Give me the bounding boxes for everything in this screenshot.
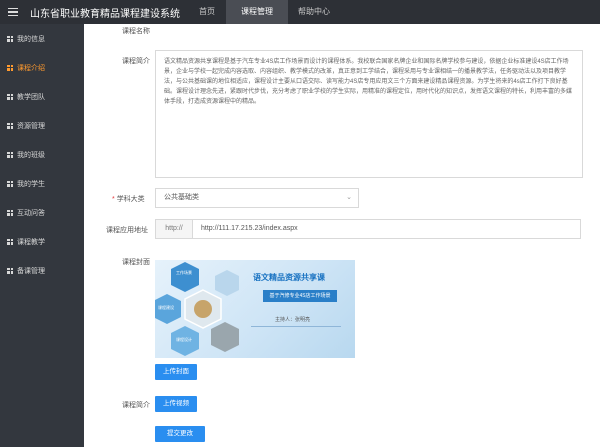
cover-title: 语文精品资源共享课 bbox=[253, 273, 325, 282]
main-content: 课程名称 课程简介 语文精品资源共享课程是基于汽车专业4S店工作场景而设计的课程… bbox=[84, 24, 600, 447]
sidebar-item-my-info[interactable]: 我的信息 bbox=[0, 24, 84, 53]
site-title: 山东省职业教育精品课程建设系统 bbox=[30, 8, 180, 20]
course-url-input[interactable]: http://111.17.215.23/index.aspx bbox=[193, 219, 581, 239]
sidebar-item-label: 我的班级 bbox=[17, 151, 45, 159]
nav-course-management[interactable]: 课程管理 bbox=[226, 0, 288, 24]
grid-icon bbox=[7, 64, 13, 71]
category-label-text: 学科大类 bbox=[116, 196, 145, 203]
course-intro-label: 课程简介 bbox=[122, 58, 150, 65]
sidebar-item-label: 课程教学 bbox=[17, 238, 45, 246]
cover-divider bbox=[251, 326, 341, 327]
course-intro-textarea[interactable]: 语文精品资源共享课程是基于汽车专业4S店工作场景而设计的课程体系。我校联合国家名… bbox=[155, 50, 583, 178]
submit-changes-button[interactable]: 提交更改 bbox=[155, 426, 205, 442]
grid-icon bbox=[7, 93, 13, 100]
menu-toggle-icon[interactable] bbox=[0, 0, 26, 24]
course-video-label: 课程简介 bbox=[122, 402, 150, 409]
sidebar-item-my-classes[interactable]: 我的班级 bbox=[0, 140, 84, 169]
required-mark: * bbox=[112, 196, 115, 203]
nav-home[interactable]: 首页 bbox=[188, 0, 226, 24]
sidebar-item-my-students[interactable]: 我的学生 bbox=[0, 169, 84, 198]
sidebar-item-label: 课程介绍 bbox=[17, 64, 45, 72]
category-label: * 学科大类 bbox=[112, 194, 145, 204]
sidebar: 我的信息 课程介绍 教学团队 资源管理 我的班级 我的学生 互动问答 课程教学 … bbox=[0, 24, 84, 447]
grid-icon bbox=[7, 180, 13, 187]
sidebar-item-course-teaching[interactable]: 课程教学 bbox=[0, 227, 84, 256]
sidebar-item-teaching-team[interactable]: 教学团队 bbox=[0, 82, 84, 111]
grid-icon bbox=[7, 238, 13, 245]
sidebar-item-resources[interactable]: 资源管理 bbox=[0, 111, 84, 140]
sidebar-item-lesson-prep[interactable]: 备课管理 bbox=[0, 256, 84, 285]
course-url-label: 课程应用地址 bbox=[106, 227, 148, 234]
cover-author: 主持人：张明亮 bbox=[275, 317, 311, 323]
grid-icon bbox=[7, 35, 13, 42]
url-prefix: http:// bbox=[155, 219, 193, 239]
sidebar-item-label: 我的信息 bbox=[17, 35, 45, 43]
sidebar-item-label: 我的学生 bbox=[17, 180, 45, 188]
grid-icon bbox=[7, 122, 13, 129]
sidebar-item-course-intro[interactable]: 课程介绍 bbox=[0, 53, 84, 82]
sidebar-item-label: 互动问答 bbox=[17, 209, 45, 217]
nav-help-center[interactable]: 帮助中心 bbox=[288, 0, 340, 24]
upload-video-button[interactable]: 上传视频 bbox=[155, 396, 197, 412]
upload-cover-button[interactable]: 上传封面 bbox=[155, 364, 197, 380]
course-name-label: 课程名称 bbox=[122, 28, 150, 35]
chevron-down-icon: ⌄ bbox=[346, 194, 352, 201]
sidebar-item-label: 资源管理 bbox=[17, 122, 45, 130]
cover-tile-label: 工作场景 bbox=[176, 270, 192, 275]
top-bar: 山东省职业教育精品课程建设系统 首页 课程管理 帮助中心 bbox=[0, 0, 600, 24]
sidebar-item-qa[interactable]: 互动问答 bbox=[0, 198, 84, 227]
course-cover-image: 工作场景 课程建设 课程设计 语文精品资源共享课 基于汽修专业4S店工作场景 主… bbox=[155, 260, 355, 358]
sidebar-item-label: 教学团队 bbox=[17, 93, 45, 101]
course-cover-label: 课程封面 bbox=[122, 259, 150, 266]
category-select-value: 公共基础类 bbox=[164, 194, 199, 201]
cover-tile-label: 课程设计 bbox=[176, 337, 192, 342]
sidebar-item-label: 备课管理 bbox=[17, 267, 45, 275]
grid-icon bbox=[7, 209, 13, 216]
cover-tile-label: 课程建设 bbox=[158, 305, 174, 310]
grid-icon bbox=[7, 267, 13, 274]
category-select[interactable]: 公共基础类 ⌄ bbox=[155, 188, 359, 208]
grid-icon bbox=[7, 151, 13, 158]
cover-subtitle: 基于汽修专业4S店工作场景 bbox=[263, 290, 337, 302]
